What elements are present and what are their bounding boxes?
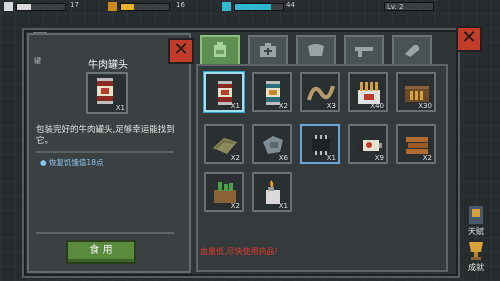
tab-weapon[interactable] bbox=[344, 35, 384, 65]
inventory-slot[interactable]: X9 bbox=[348, 124, 388, 164]
inventory-slot[interactable]: X2 bbox=[252, 72, 292, 112]
close-icon: ✕ bbox=[461, 27, 477, 48]
backpack-icon bbox=[214, 42, 226, 57]
slot-quantity: X40 bbox=[370, 102, 384, 110]
heart-icon bbox=[4, 2, 13, 11]
item-preview: X1 bbox=[86, 72, 128, 114]
level-label: Lv. 2 bbox=[384, 2, 434, 11]
thirst-value: 44 bbox=[286, 1, 295, 9]
low-health-warning: 血量低,尽快使用药品! bbox=[200, 247, 278, 256]
slot-quantity: X9 bbox=[374, 154, 384, 162]
talent-icon bbox=[469, 206, 483, 224]
medkit-icon bbox=[260, 43, 276, 57]
talent-button[interactable]: 天赋 bbox=[462, 204, 490, 238]
health-bar bbox=[16, 3, 66, 11]
item-count: X1 bbox=[115, 104, 125, 112]
beef-can-icon bbox=[97, 78, 113, 104]
close-inventory-button[interactable]: ✕ bbox=[456, 26, 482, 52]
inventory-slot[interactable]: X1 bbox=[300, 124, 340, 164]
slot-quantity: X2 bbox=[422, 154, 432, 162]
inventory-slot[interactable]: X6 bbox=[252, 124, 292, 164]
tab-bag[interactable] bbox=[200, 35, 240, 65]
slot-quantity: X30 bbox=[418, 102, 432, 110]
item-effect: ● 恢复饥饿值18点 bbox=[40, 158, 104, 167]
tab-tools[interactable] bbox=[392, 35, 432, 65]
gun-icon bbox=[355, 47, 373, 57]
tab-armor[interactable] bbox=[296, 35, 336, 65]
inventory-slot[interactable]: X40 bbox=[348, 72, 388, 112]
health-value: 17 bbox=[70, 1, 79, 9]
slot-quantity: X2 bbox=[230, 154, 240, 162]
slot-quantity: X2 bbox=[278, 102, 288, 110]
trophy-icon bbox=[469, 242, 483, 260]
item-name: 牛肉罐头 bbox=[88, 60, 128, 71]
talent-label: 天赋 bbox=[468, 227, 484, 236]
achievement-label: 成就 bbox=[468, 263, 484, 272]
hunger-value: 16 bbox=[176, 1, 185, 9]
slot-quantity: X1 bbox=[278, 202, 288, 210]
water-icon bbox=[222, 2, 231, 11]
close-detail-button[interactable]: ✕ bbox=[168, 38, 194, 64]
close-icon: ✕ bbox=[173, 39, 189, 60]
slot-quantity: X1 bbox=[230, 102, 240, 110]
slot-quantity: X1 bbox=[326, 154, 336, 162]
status-hud: 17 16 44 Lv. 2 bbox=[0, 0, 500, 14]
wrench-icon bbox=[405, 45, 419, 57]
item-description: 包装完好的牛肉罐头,足够幸运能找到它。 bbox=[36, 125, 175, 146]
divider bbox=[36, 151, 174, 153]
armor-icon bbox=[308, 44, 324, 56]
slot-quantity: X3 bbox=[326, 102, 336, 110]
slot-quantity: X6 bbox=[278, 154, 288, 162]
use-button[interactable]: 食 用 bbox=[66, 240, 136, 264]
inventory-slot[interactable]: X1 bbox=[252, 172, 292, 212]
slot-quantity: X2 bbox=[230, 202, 240, 210]
thirst-bar bbox=[234, 3, 284, 11]
inventory-slot[interactable]: X2 bbox=[204, 124, 244, 164]
divider bbox=[36, 232, 174, 234]
inventory-slot[interactable]: X3 bbox=[300, 72, 340, 112]
achievement-button[interactable]: 成就 bbox=[462, 240, 490, 274]
inventory-slot[interactable]: X1 bbox=[204, 72, 244, 112]
inventory-slot[interactable]: X2 bbox=[396, 124, 436, 164]
tab-medkit[interactable] bbox=[248, 35, 288, 65]
inventory-slot[interactable]: X2 bbox=[204, 172, 244, 212]
food-icon bbox=[108, 2, 117, 11]
hunger-bar bbox=[120, 3, 170, 11]
inventory-slot[interactable]: X30 bbox=[396, 72, 436, 112]
